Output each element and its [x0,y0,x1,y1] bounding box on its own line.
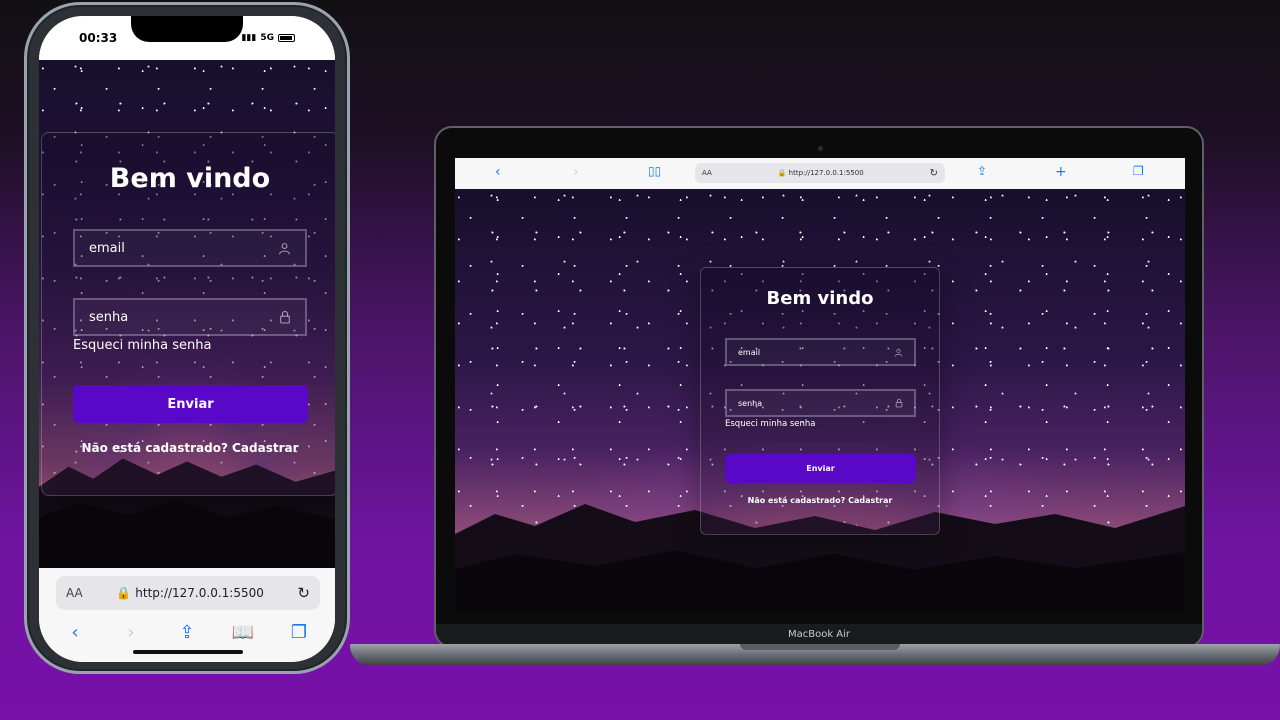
bookmarks-icon[interactable]: ▯▯ [648,164,661,178]
phone-page-background: Bem vindo email senha Esqueci minha senh… [39,60,335,568]
password-field[interactable]: senha [73,298,307,336]
lock-icon: 🔒 [777,169,787,177]
signup-link[interactable]: Cadastrar [232,441,298,455]
battery-icon [278,34,295,42]
reload-icon[interactable]: ↻ [930,168,938,179]
phone-screen: 00:33 ▮▮▮ 5G Bem vindo email senha Esque… [39,16,335,662]
signal-icon: ▮▮▮ [241,33,257,43]
text-size-button[interactable]: AA [66,586,83,600]
forward-icon[interactable]: › [573,164,579,180]
text-size-button[interactable]: AA [702,169,712,177]
lock-icon: 🔒 [116,586,132,600]
email-placeholder: email [89,240,125,256]
reload-icon[interactable]: ↻ [297,584,310,602]
status-time: 00:33 [79,31,118,45]
laptop-opening-notch [740,644,900,650]
login-title: Bem vindo [766,288,874,309]
forward-icon[interactable]: › [117,622,145,643]
password-placeholder: senha [89,309,129,325]
user-icon [278,242,291,255]
back-icon[interactable]: ‹ [495,164,501,180]
login-card: Bem vindo email senha Esqueci minha senh… [41,132,335,496]
laptop-safari-toolbar: ‹ › ▯▯ AA 🔒 http://127.0.0.1:5500 ↻ ⇪ + … [455,158,1185,189]
signup-prompt: Não está cadastrado? Cadastrar [42,441,335,455]
url-display: 🔒 http://127.0.0.1:5500 [712,169,930,177]
forgot-password-link[interactable]: Esqueci minha senha [73,338,211,353]
share-icon[interactable]: ⇪ [977,164,987,178]
laptop-address-bar[interactable]: AA 🔒 http://127.0.0.1:5500 ↻ [695,163,945,183]
signup-prompt: Não está cadastrado? Cadastrar [701,496,939,505]
network-label: 5G [260,33,274,43]
tabs-icon[interactable]: ❐ [285,622,313,643]
phone-browser-nav: ‹ › ⇪ 📖 ❐ [39,622,335,643]
laptop-lid: ‹ › ▯▯ AA 🔒 http://127.0.0.1:5500 ↻ ⇪ + … [434,126,1204,648]
url-text: http://127.0.0.1:5500 [135,586,264,600]
home-indicator [133,650,243,654]
submit-button[interactable]: Enviar [73,385,308,423]
laptop-page-background: Bem vindo email senha Esqueci minha senh [455,189,1185,614]
url-display: 🔒 http://127.0.0.1:5500 [83,586,298,600]
phone-safari-toolbar: AA 🔒 http://127.0.0.1:5500 ↻ ‹ › ⇪ 📖 ❐ [39,568,335,662]
laptop-base [350,644,1280,666]
email-field[interactable]: email [73,229,307,267]
back-icon[interactable]: ‹ [61,622,89,643]
signup-prompt-text: Não está cadastrado? [81,441,228,455]
lock-icon [895,398,903,408]
login-title: Bem vindo [109,163,271,194]
status-indicators: ▮▮▮ 5G [241,33,295,43]
password-field[interactable]: senha [725,389,916,417]
phone-device: 00:33 ▮▮▮ 5G Bem vindo email senha Esque… [24,2,350,674]
phone-notch [131,16,243,42]
email-placeholder: email [738,347,761,357]
tabs-icon[interactable]: ❐ [1133,164,1144,178]
webcam [818,146,823,151]
bookmarks-icon[interactable]: 📖 [229,622,257,643]
password-placeholder: senha [738,398,763,408]
laptop-chin: MacBook Air [436,624,1202,646]
laptop-screen: ‹ › ▯▯ AA 🔒 http://127.0.0.1:5500 ↻ ⇪ + … [455,158,1185,614]
lock-icon [279,310,291,324]
submit-button[interactable]: Enviar [725,454,916,483]
email-field[interactable]: email [725,338,916,366]
new-tab-icon[interactable]: + [1055,164,1067,180]
signup-prompt-text: Não está cadastrado? [747,496,846,505]
forgot-password-link[interactable]: Esqueci minha senha [725,419,816,429]
url-text: http://127.0.0.1:5500 [788,169,864,177]
share-icon[interactable]: ⇪ [173,622,201,643]
model-label: MacBook Air [787,629,851,640]
signup-link[interactable]: Cadastrar [848,496,892,505]
phone-address-bar[interactable]: AA 🔒 http://127.0.0.1:5500 ↻ [56,576,320,610]
user-icon [894,348,903,357]
login-card: Bem vindo email senha Esqueci minha senh [700,267,940,535]
